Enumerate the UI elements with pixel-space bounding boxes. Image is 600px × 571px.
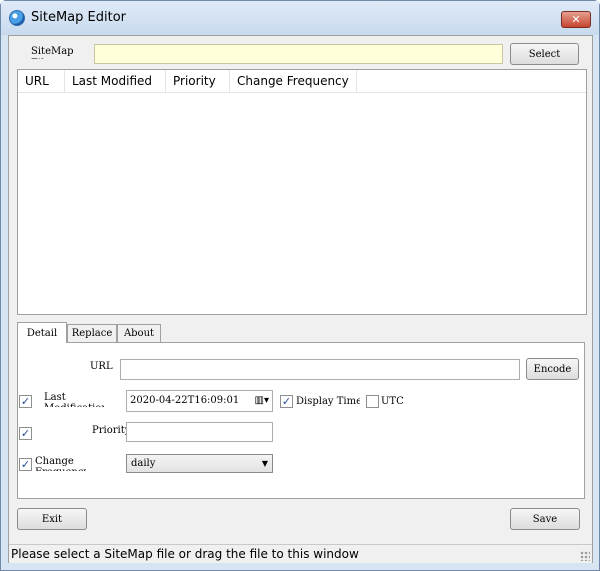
- change-frequency-label: Change Frequency: [35, 456, 87, 471]
- utc-checkbox[interactable]: [366, 395, 379, 408]
- display-time-checkbox[interactable]: ✓: [280, 395, 293, 408]
- column-header-url[interactable]: URL: [18, 70, 65, 93]
- column-header-priority[interactable]: Priority: [166, 70, 230, 93]
- app-icon: [9, 10, 25, 26]
- sitemap-url-list[interactable]: URL Last Modified Priority Change Freque…: [17, 69, 587, 315]
- status-text: Please select a SiteMap file or drag the…: [11, 547, 359, 561]
- title-bar[interactable]: SiteMap Editor ✕: [1, 1, 599, 35]
- select-button[interactable]: Select: [510, 43, 579, 65]
- close-button[interactable]: ✕: [561, 11, 591, 28]
- check-icon: ✓: [20, 427, 31, 440]
- change-frequency-select[interactable]: daily ▼: [126, 454, 273, 473]
- client-area: SiteMap File Select URL Last Modified Pr…: [8, 35, 593, 563]
- detail-panel: URL Encode ✓ Last Modification 2020-04-2…: [17, 342, 585, 499]
- last-modified-label: Last Modification: [44, 392, 104, 407]
- priority-checkbox[interactable]: ✓: [19, 427, 32, 440]
- last-modified-checkbox[interactable]: ✓: [19, 395, 32, 408]
- app-window: SiteMap Editor ✕ SiteMap File Select URL…: [0, 0, 600, 571]
- priority-input[interactable]: [126, 422, 273, 442]
- sitemap-file-input[interactable]: [94, 44, 503, 64]
- last-modified-datetime-picker[interactable]: 2020-04-22T16:09:01 ▥▾: [126, 390, 273, 412]
- exit-button[interactable]: Exit: [17, 508, 87, 530]
- chevron-down-icon: ▼: [261, 459, 268, 468]
- status-bar: Please select a SiteMap file or drag the…: [9, 544, 592, 563]
- column-header-change-frequency[interactable]: Change Frequency: [230, 70, 357, 93]
- tab-detail[interactable]: Detail: [17, 322, 67, 343]
- list-header: URL Last Modified Priority Change Freque…: [18, 70, 586, 93]
- sitemap-file-label: SiteMap File: [31, 46, 74, 59]
- utc-label: UTC: [381, 396, 404, 407]
- resize-grip-icon[interactable]: [580, 551, 590, 561]
- check-icon: ✓: [20, 458, 31, 471]
- change-frequency-checkbox[interactable]: ✓: [19, 458, 32, 471]
- check-icon: ✓: [281, 395, 292, 408]
- calendar-dropdown-icon[interactable]: ▥▾: [255, 395, 269, 406]
- save-button[interactable]: Save: [510, 508, 580, 530]
- check-icon: ✓: [20, 395, 31, 408]
- encode-button[interactable]: Encode: [526, 358, 579, 380]
- tab-replace[interactable]: Replace: [67, 324, 117, 342]
- tab-about[interactable]: About: [117, 324, 161, 342]
- column-header-last-modified[interactable]: Last Modified: [65, 70, 166, 93]
- window-title: SiteMap Editor: [31, 10, 126, 25]
- close-icon: ✕: [571, 13, 581, 26]
- priority-label: Priority: [92, 425, 126, 436]
- url-label: URL: [90, 361, 113, 372]
- url-input[interactable]: [120, 359, 520, 380]
- display-time-label: Display Time: [296, 396, 360, 407]
